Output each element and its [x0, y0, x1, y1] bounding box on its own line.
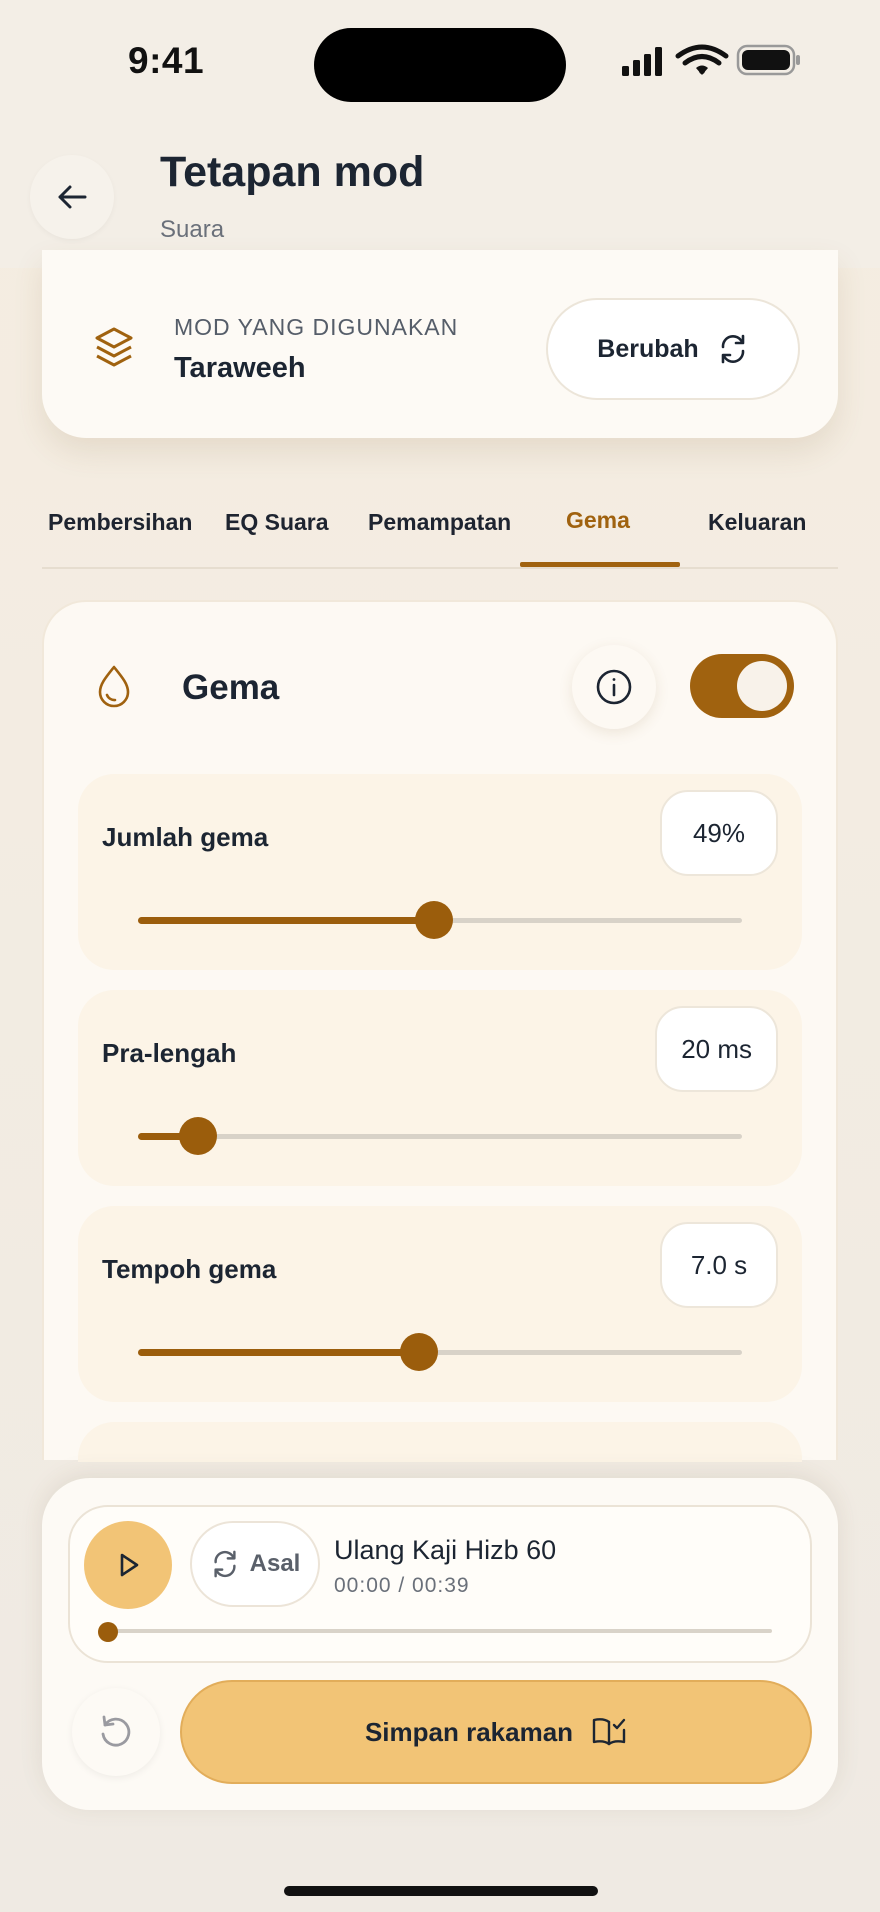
param-reverb-time: Tempoh gema 7.0 s — [78, 1206, 802, 1402]
tab-gema[interactable]: Gema — [566, 507, 630, 534]
play-button[interactable] — [84, 1521, 172, 1609]
wifi-icon — [675, 44, 729, 75]
arrow-left-icon — [58, 185, 87, 209]
param-value-field[interactable]: 7.0 s — [660, 1222, 778, 1308]
toggle-knob — [737, 661, 787, 711]
slider-track[interactable] — [138, 901, 742, 939]
track-name: Ulang Kaji Hizb 60 — [334, 1535, 557, 1565]
tab-eq-suara[interactable]: EQ Suara — [225, 509, 329, 536]
original-label: Asal — [249, 1550, 301, 1577]
save-recording-label: Simpan rakaman — [364, 1716, 574, 1747]
slider-thumb[interactable] — [179, 1117, 218, 1155]
status-time: 9:41 — [128, 40, 205, 81]
save-recording-button[interactable]: Simpan rakaman — [180, 1680, 812, 1784]
dynamic-island — [314, 28, 566, 102]
tab-pemampatan[interactable]: Pemampatan — [368, 509, 511, 536]
droplet-icon — [96, 664, 132, 708]
playback-progress-track[interactable] — [104, 1629, 772, 1633]
battery-icon — [736, 44, 800, 76]
page-subtitle: Suara — [160, 216, 225, 243]
refresh-icon — [214, 1550, 236, 1578]
home-indicator — [284, 1886, 598, 1896]
info-button[interactable] — [572, 645, 656, 729]
reset-button[interactable] — [72, 1688, 160, 1776]
active-tab-indicator — [520, 562, 680, 567]
param-value-field[interactable]: 49% — [660, 790, 778, 876]
mode-value: Taraweeh — [174, 352, 306, 384]
slider-track[interactable] — [138, 1117, 742, 1155]
tab-keluaran[interactable]: Keluaran — [708, 509, 806, 536]
status-icons — [622, 44, 802, 84]
tab-bar: Pembersihan EQ Suara Pemampatan Gema Kel… — [42, 495, 838, 569]
page-title: Tetapan mod — [160, 148, 425, 196]
param-pre-delay: Pra-lengah 20 ms — [78, 990, 802, 1186]
undo-icon — [101, 1715, 131, 1747]
original-button[interactable]: Asal — [190, 1521, 320, 1607]
track-time: 00:00 / 00:39 — [334, 1574, 470, 1597]
info-icon — [596, 669, 632, 705]
slider-fill — [138, 917, 434, 924]
slider-thumb[interactable] — [414, 901, 453, 939]
param-label: Pra-lengah — [102, 1038, 237, 1068]
change-mode-button[interactable]: Berubah — [546, 298, 800, 400]
mode-label: MOD YANG DIGUNAKAN — [174, 314, 459, 340]
reverb-toggle[interactable] — [690, 654, 794, 718]
play-icon — [120, 1553, 139, 1577]
section-title: Gema — [182, 668, 280, 707]
layers-icon — [94, 326, 134, 370]
tab-pembersihan[interactable]: Pembersihan — [48, 509, 192, 536]
param-next-partial — [78, 1422, 802, 1462]
slider-fill — [138, 1349, 419, 1356]
refresh-icon — [721, 334, 745, 364]
param-value-field[interactable]: 20 ms — [655, 1006, 778, 1092]
signal-icon — [622, 47, 662, 76]
slider-thumb[interactable] — [399, 1333, 438, 1371]
param-reverb-amount: Jumlah gema 49% — [78, 774, 802, 970]
book-check-icon — [592, 1718, 626, 1746]
param-label: Tempoh gema — [102, 1254, 277, 1284]
back-button[interactable] — [30, 155, 114, 239]
playback-progress-thumb[interactable] — [98, 1622, 118, 1642]
param-label: Jumlah gema — [102, 822, 269, 852]
slider-track[interactable] — [138, 1333, 742, 1371]
change-mode-label: Berubah — [597, 334, 699, 363]
